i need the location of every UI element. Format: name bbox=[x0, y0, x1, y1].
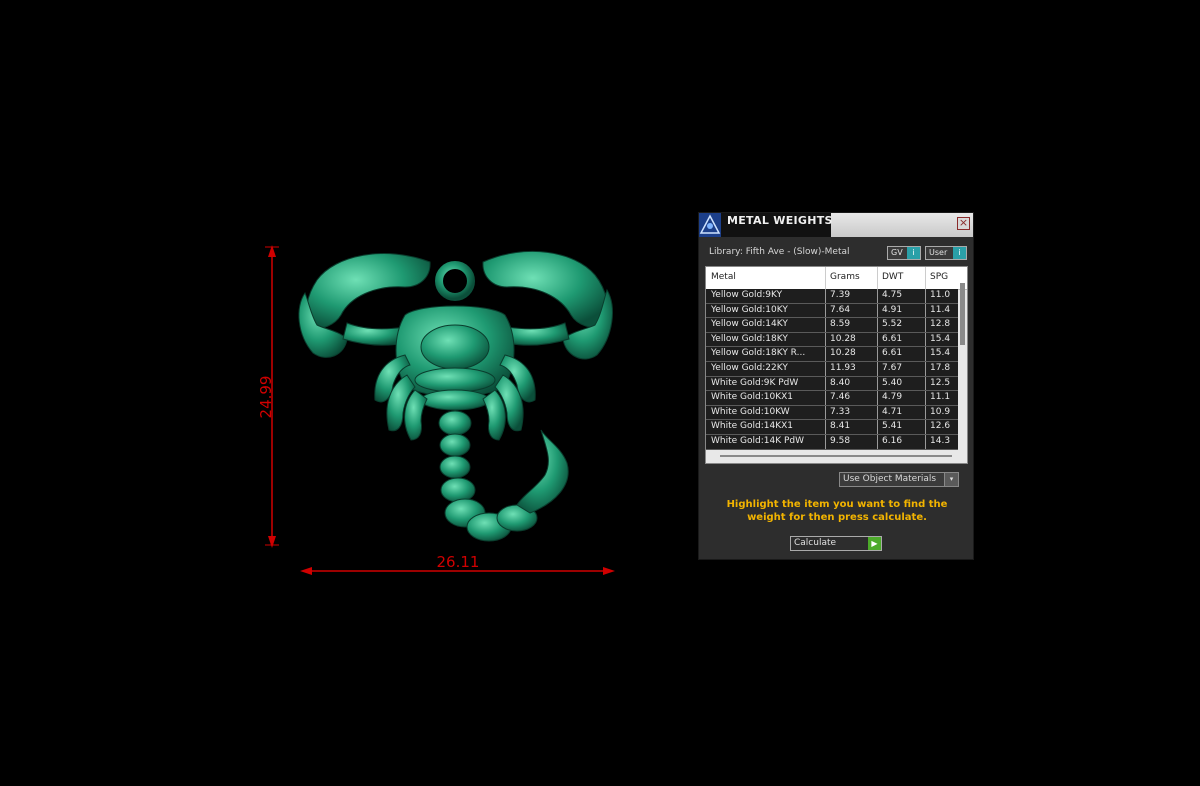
table-row[interactable]: Yellow Gold:18KY R... 10.28 6.61 15.4 bbox=[706, 347, 958, 362]
cell-spg: 11.1 bbox=[930, 392, 951, 403]
table-row[interactable]: Yellow Gold:10KY 7.64 4.91 11.4 bbox=[706, 303, 958, 319]
cell-grams: 8.40 bbox=[830, 377, 851, 388]
scorpion-pendant-drawing: 24.99 26.11 bbox=[257, 245, 615, 575]
cell-grams: 7.46 bbox=[830, 392, 851, 403]
info-icon: i bbox=[953, 247, 966, 259]
cell-metal: White Gold:14K PdW bbox=[711, 435, 805, 446]
cell-dwt: 6.61 bbox=[882, 333, 903, 344]
cell-dwt: 6.61 bbox=[882, 348, 903, 359]
cell-metal: Yellow Gold:14KY bbox=[711, 319, 788, 330]
table-rows: Yellow Gold:9KY 7.39 4.75 11.0 Yellow Gold:1… bbox=[706, 289, 958, 450]
cell-dwt: 5.40 bbox=[882, 377, 903, 388]
cell-dwt: 7.67 bbox=[882, 362, 903, 373]
calculate-label: Calculate bbox=[794, 538, 837, 548]
cell-grams: 8.41 bbox=[830, 421, 851, 432]
table-row[interactable]: White Gold:14K PdW 9.58 6.16 14.3 bbox=[706, 434, 958, 450]
cell-dwt: 5.52 bbox=[882, 319, 903, 330]
cell-grams: 11.93 bbox=[830, 362, 856, 373]
cell-metal: Yellow Gold:18KY R... bbox=[711, 348, 806, 359]
close-button[interactable]: × bbox=[957, 217, 970, 230]
materials-dropdown-label: Use Object Materials bbox=[843, 474, 937, 484]
cell-metal: Yellow Gold:18KY bbox=[711, 333, 788, 344]
cell-metal: White Gold:9K PdW bbox=[711, 377, 799, 388]
cell-spg: 14.3 bbox=[930, 435, 951, 446]
column-header-spg[interactable]: SPG bbox=[930, 272, 948, 282]
table-row[interactable]: White Gold:14KX1 8.41 5.41 12.6 bbox=[706, 420, 958, 435]
instruction-text: Highlight the item you want to find the … bbox=[726, 499, 948, 523]
panel-title: METAL WEIGHTS bbox=[727, 214, 833, 227]
table-header: Metal Grams DWT SPG bbox=[706, 267, 967, 290]
horizontal-scrollbar[interactable] bbox=[720, 455, 952, 457]
materials-dropdown[interactable]: Use Object Materials ▾ bbox=[839, 472, 959, 487]
table-row[interactable]: Yellow Gold:22KY 11.93 7.67 17.8 bbox=[706, 361, 958, 377]
user-toggle[interactable]: User i bbox=[925, 246, 967, 260]
cell-spg: 12.8 bbox=[930, 319, 951, 330]
table-row[interactable]: Yellow Gold:14KY 8.59 5.52 12.8 bbox=[706, 318, 958, 333]
cell-spg: 15.4 bbox=[930, 348, 951, 359]
cell-metal: Yellow Gold:22KY bbox=[711, 362, 788, 373]
cell-grams: 10.28 bbox=[830, 333, 856, 344]
table-row[interactable]: White Gold:10KX1 7.46 4.79 11.1 bbox=[706, 391, 958, 406]
library-label: Library: Fifth Ave - (Slow)-Metal bbox=[709, 247, 850, 257]
user-label: User bbox=[929, 248, 948, 257]
cell-grams: 9.58 bbox=[830, 435, 851, 446]
cell-grams: 10.28 bbox=[830, 348, 856, 359]
height-dimension: 24.99 bbox=[257, 245, 279, 548]
gv-toggle[interactable]: GV i bbox=[887, 246, 921, 260]
width-dimension: 26.11 bbox=[300, 553, 615, 575]
cell-metal: White Gold:14KX1 bbox=[711, 421, 794, 432]
cell-dwt: 4.79 bbox=[882, 392, 903, 403]
vertical-scrollbar[interactable] bbox=[960, 283, 965, 345]
metal-weights-table[interactable]: Metal Grams DWT SPG Yellow Gold:9KY 7.39 4… bbox=[705, 266, 968, 464]
cell-dwt: 6.16 bbox=[882, 435, 903, 446]
cell-dwt: 4.91 bbox=[882, 304, 903, 315]
app-icon bbox=[699, 213, 721, 237]
cell-spg: 11.4 bbox=[930, 304, 951, 315]
cell-metal: Yellow Gold:10KY bbox=[711, 304, 788, 315]
cell-spg: 11.0 bbox=[930, 290, 951, 300]
table-row[interactable]: Yellow Gold:9KY 7.39 4.75 11.0 bbox=[706, 289, 958, 304]
cell-dwt: 5.41 bbox=[882, 421, 903, 432]
column-header-grams[interactable]: Grams bbox=[830, 272, 860, 282]
close-icon: × bbox=[958, 216, 969, 229]
cell-grams: 8.59 bbox=[830, 319, 851, 330]
model-view[interactable]: 24.99 26.11 bbox=[255, 235, 635, 580]
info-icon: i bbox=[907, 247, 920, 259]
cell-grams: 7.64 bbox=[830, 304, 851, 315]
cell-grams: 7.33 bbox=[830, 406, 851, 417]
column-header-metal[interactable]: Metal bbox=[711, 272, 736, 282]
cell-spg: 12.5 bbox=[930, 377, 951, 388]
cell-dwt: 4.75 bbox=[882, 290, 903, 300]
cell-spg: 15.4 bbox=[930, 333, 951, 344]
table-row[interactable]: White Gold:9K PdW 8.40 5.40 12.5 bbox=[706, 376, 958, 392]
cell-spg: 17.8 bbox=[930, 362, 951, 373]
chevron-down-icon: ▾ bbox=[944, 473, 958, 486]
cell-metal: Yellow Gold:9KY bbox=[711, 290, 783, 300]
height-label: 24.99 bbox=[257, 376, 275, 419]
cell-metal: White Gold:10KX1 bbox=[711, 392, 794, 403]
table-row[interactable]: White Gold:10KW 7.33 4.71 10.9 bbox=[706, 405, 958, 421]
cell-metal: White Gold:10KW bbox=[711, 406, 790, 417]
calculate-button[interactable]: Calculate ▶ bbox=[790, 536, 882, 551]
gv-label: GV bbox=[891, 248, 903, 257]
cell-grams: 7.39 bbox=[830, 290, 851, 300]
cell-dwt: 4.71 bbox=[882, 406, 903, 417]
panel-title-bar[interactable]: METAL WEIGHTS × bbox=[699, 213, 973, 237]
width-label: 26.11 bbox=[437, 553, 480, 571]
cell-spg: 12.6 bbox=[930, 421, 951, 432]
column-header-dwt[interactable]: DWT bbox=[882, 272, 903, 282]
metal-weights-panel: METAL WEIGHTS × Library: Fifth Ave - (Sl… bbox=[698, 212, 974, 560]
cell-spg: 10.9 bbox=[930, 406, 951, 417]
table-row[interactable]: Yellow Gold:18KY 10.28 6.61 15.4 bbox=[706, 332, 958, 348]
3d-viewport[interactable]: 24.99 26.11 METAL WEIGHTS × Library: Fif… bbox=[0, 0, 1200, 786]
play-icon: ▶ bbox=[868, 537, 881, 550]
scorpion-pendant bbox=[298, 251, 613, 542]
